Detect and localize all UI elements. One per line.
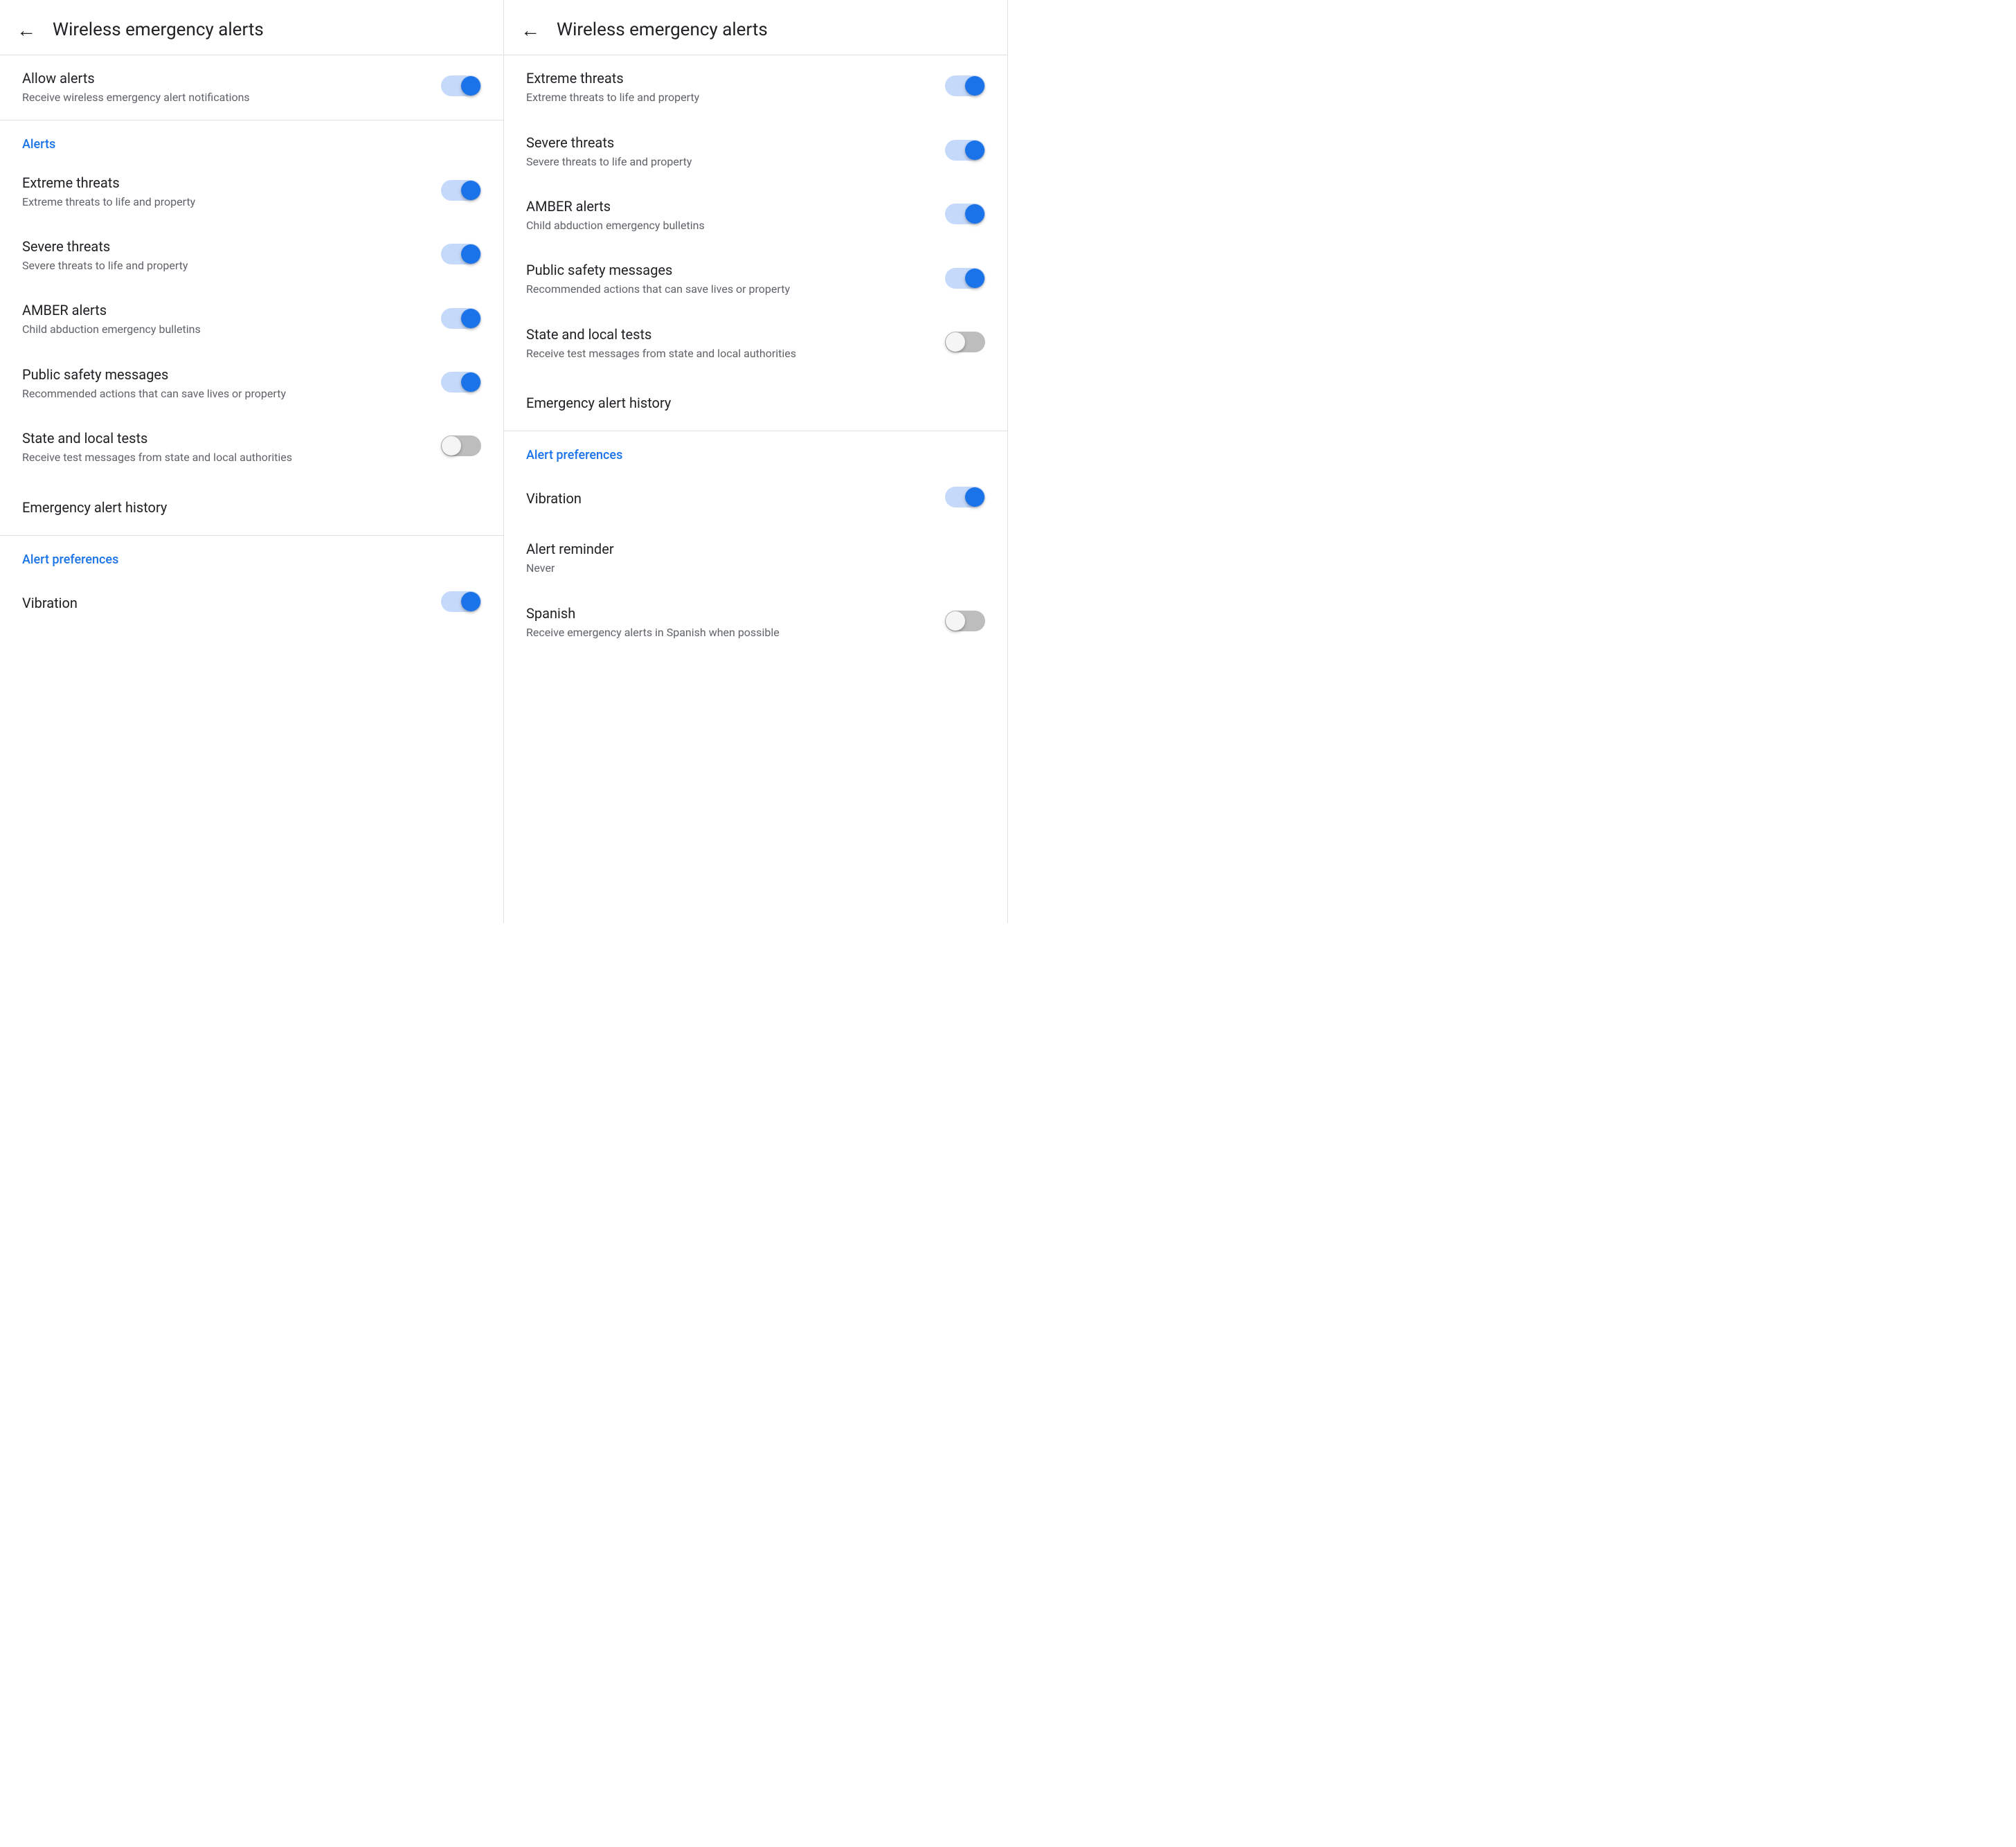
state-local-toggle-right[interactable]: [945, 332, 985, 355]
allow-alerts-text: Allow alerts Receive wireless emergency …: [22, 69, 424, 105]
public-safety-title-left: Public safety messages: [22, 366, 424, 384]
allow-alerts-item[interactable]: Allow alerts Receive wireless emergency …: [0, 55, 503, 119]
extreme-threats-subtitle-left: Extreme threats to life and property: [22, 195, 424, 210]
vibration-title-left: Vibration: [22, 594, 424, 612]
severe-threats-subtitle-left: Severe threats to life and property: [22, 258, 424, 273]
vibration-title-right: Vibration: [526, 489, 928, 507]
amber-alerts-subtitle-left: Child abduction emergency bulletins: [22, 322, 424, 337]
page-title-right: Wireless emergency alerts: [557, 19, 768, 41]
amber-alerts-item-right[interactable]: AMBER alerts Child abduction emergency b…: [504, 183, 1007, 247]
public-safety-title-right: Public safety messages: [526, 261, 928, 279]
allow-alerts-toggle[interactable]: [441, 75, 481, 99]
alerts-section-label-left: Alerts: [0, 120, 503, 160]
state-local-item-left[interactable]: State and local tests Receive test messa…: [0, 415, 503, 479]
preferences-label-left: Alert preferences: [0, 536, 503, 575]
alert-reminder-title-right: Alert reminder: [526, 540, 985, 558]
extreme-threats-toggle-left[interactable]: [441, 180, 481, 204]
amber-alerts-toggle-right[interactable]: [945, 204, 985, 227]
emergency-history-item-right[interactable]: Emergency alert history: [504, 375, 1007, 431]
extreme-threats-title-right: Extreme threats: [526, 69, 928, 87]
alert-reminder-subtitle-right: Never: [526, 561, 985, 576]
state-local-title-right: State and local tests: [526, 325, 928, 343]
state-local-item-right[interactable]: State and local tests Receive test messa…: [504, 312, 1007, 375]
back-button-left[interactable]: ←: [17, 21, 36, 40]
vibration-item-right[interactable]: Vibration: [504, 471, 1007, 526]
severe-threats-toggle-right[interactable]: [945, 140, 985, 163]
spanish-title-right: Spanish: [526, 604, 928, 622]
extreme-threats-title-left: Extreme threats: [22, 174, 424, 192]
state-local-subtitle-right: Receive test messages from state and loc…: [526, 346, 928, 361]
vibration-item-left[interactable]: Vibration: [0, 575, 503, 631]
severe-threats-title-right: Severe threats: [526, 134, 928, 152]
public-safety-subtitle-left: Recommended actions that can save lives …: [22, 386, 424, 402]
severe-threats-subtitle-right: Severe threats to life and property: [526, 154, 928, 170]
vibration-toggle-left[interactable]: [441, 591, 481, 615]
severe-threats-item-left[interactable]: Severe threats Severe threats to life an…: [0, 224, 503, 287]
preferences-label-right: Alert preferences: [504, 431, 1007, 471]
amber-alerts-subtitle-right: Child abduction emergency bulletins: [526, 218, 928, 233]
severe-threats-item-right[interactable]: Severe threats Severe threats to life an…: [504, 120, 1007, 183]
header-right: ← Wireless emergency alerts: [504, 0, 1007, 55]
emergency-history-title-right: Emergency alert history: [526, 394, 985, 412]
public-safety-toggle-left[interactable]: [441, 372, 481, 395]
panel-right: ← Wireless emergency alerts Extreme thre…: [504, 0, 1008, 924]
extreme-threats-toggle-right[interactable]: [945, 75, 985, 99]
allow-alerts-title: Allow alerts: [22, 69, 424, 87]
state-local-toggle-left[interactable]: [441, 435, 481, 459]
alert-reminder-item-right[interactable]: Alert reminder Never: [504, 526, 1007, 590]
page-title-left: Wireless emergency alerts: [53, 19, 264, 41]
public-safety-item-left[interactable]: Public safety messages Recommended actio…: [0, 352, 503, 415]
state-local-title-left: State and local tests: [22, 429, 424, 447]
public-safety-item-right[interactable]: Public safety messages Recommended actio…: [504, 247, 1007, 311]
emergency-history-title-left: Emergency alert history: [22, 498, 481, 516]
public-safety-subtitle-right: Recommended actions that can save lives …: [526, 282, 928, 297]
amber-alerts-title-left: AMBER alerts: [22, 301, 424, 319]
severe-threats-toggle-left[interactable]: [441, 244, 481, 267]
spanish-item-right[interactable]: Spanish Receive emergency alerts in Span…: [504, 591, 1007, 654]
extreme-threats-subtitle-right: Extreme threats to life and property: [526, 90, 928, 105]
amber-alerts-title-right: AMBER alerts: [526, 197, 928, 215]
allow-alerts-subtitle: Receive wireless emergency alert notific…: [22, 90, 424, 105]
public-safety-toggle-right[interactable]: [945, 268, 985, 291]
emergency-history-item-left[interactable]: Emergency alert history: [0, 480, 503, 535]
spanish-toggle-right[interactable]: [945, 611, 985, 634]
amber-alerts-toggle-left[interactable]: [441, 308, 481, 332]
extreme-threats-item-right[interactable]: Extreme threats Extreme threats to life …: [504, 55, 1007, 119]
vibration-toggle-right[interactable]: [945, 487, 985, 510]
header-left: ← Wireless emergency alerts: [0, 0, 503, 55]
panel-left: ← Wireless emergency alerts Allow alerts…: [0, 0, 504, 924]
extreme-threats-item-left[interactable]: Extreme threats Extreme threats to life …: [0, 160, 503, 224]
state-local-subtitle-left: Receive test messages from state and loc…: [22, 450, 424, 465]
amber-alerts-item-left[interactable]: AMBER alerts Child abduction emergency b…: [0, 287, 503, 351]
severe-threats-title-left: Severe threats: [22, 237, 424, 255]
spanish-subtitle-right: Receive emergency alerts in Spanish when…: [526, 625, 928, 640]
back-button-right[interactable]: ←: [521, 21, 540, 40]
